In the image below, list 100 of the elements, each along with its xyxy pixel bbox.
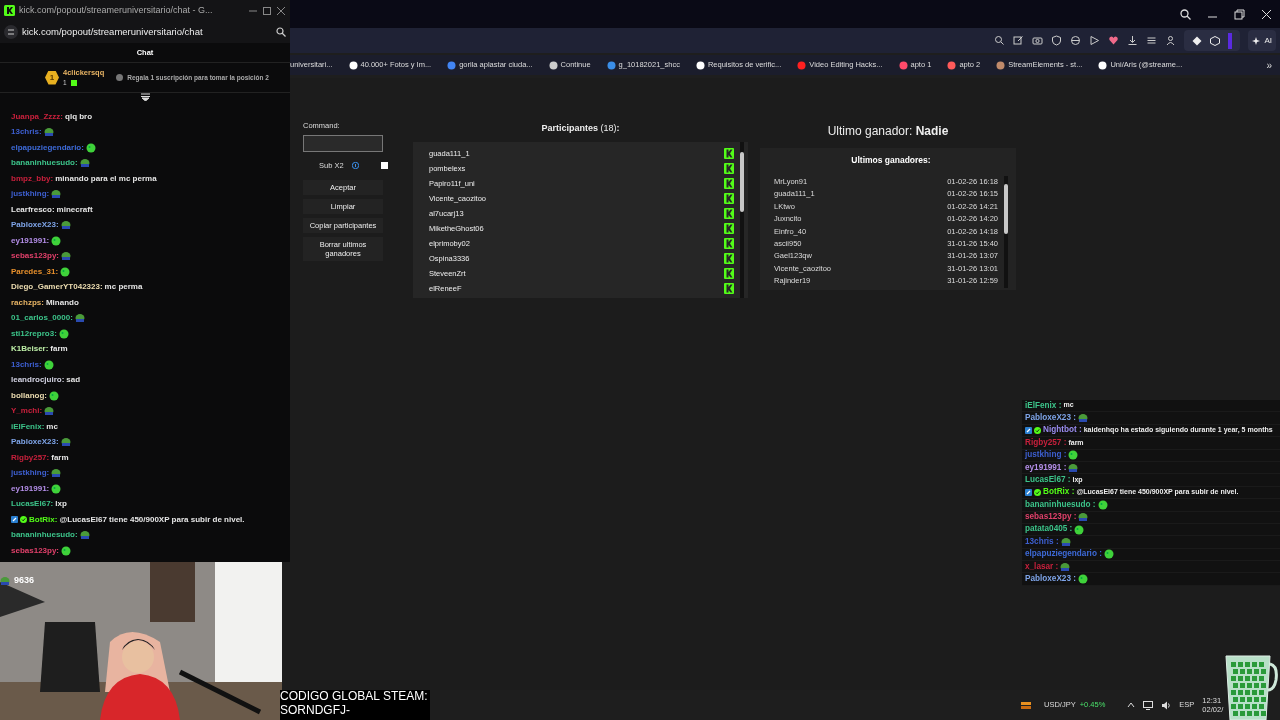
site-settings-icon[interactable] xyxy=(4,25,18,39)
chat-username[interactable]: sebas123py: xyxy=(11,544,60,557)
edit-icon[interactable] xyxy=(1013,35,1025,46)
chat-username[interactable]: rachzps: xyxy=(11,296,44,309)
chat-username[interactable]: bananinhuesudo : xyxy=(1025,498,1096,511)
chat-username[interactable]: iElFenix : xyxy=(1025,399,1062,412)
kick-logo-icon xyxy=(724,178,734,189)
chat-username[interactable]: PabloxeX23 : xyxy=(1025,411,1076,425)
profile-icon[interactable] xyxy=(1165,35,1177,46)
extension-indicator xyxy=(1228,32,1233,49)
emote-icon xyxy=(43,359,54,370)
chat-username[interactable]: ey191991: xyxy=(11,482,50,495)
chat-username[interactable]: BotRix : xyxy=(1043,486,1075,499)
chat-username[interactable]: Y_mchi: xyxy=(11,405,43,418)
kick-logo-icon xyxy=(724,223,734,234)
shield-icon[interactable] xyxy=(1051,35,1063,46)
emote-icon xyxy=(1068,450,1079,461)
more-bookmarks-button[interactable]: » xyxy=(1266,57,1272,73)
zoom-icon[interactable] xyxy=(276,27,286,37)
window-title: kick.com/popout/streameruniversitario/chat - G... xyxy=(19,3,214,17)
chat-username[interactable]: bananinhuesudo: xyxy=(11,529,78,542)
emote-icon xyxy=(60,266,71,277)
chat-username[interactable]: 13chris: xyxy=(11,358,42,371)
chat-message: farm xyxy=(51,451,69,464)
chat-username[interactable]: iElFenix: xyxy=(11,420,45,433)
chat-username[interactable]: ey191991: xyxy=(11,234,50,247)
chevron-up-icon[interactable] xyxy=(1127,701,1136,709)
scrollbar[interactable] xyxy=(740,142,744,298)
globe-icon[interactable] xyxy=(1070,35,1082,46)
emote-icon xyxy=(1078,512,1089,523)
download-icon[interactable] xyxy=(1127,35,1139,46)
emote-icon xyxy=(1068,462,1079,473)
chat-username[interactable]: Juanpa_Zzzz: xyxy=(11,110,63,123)
scroll-down-icon[interactable] xyxy=(140,93,150,101)
chat-username[interactable]: K1Beiser: xyxy=(11,343,49,356)
chat-username[interactable]: Learfresco: xyxy=(11,203,55,216)
chat-message: Minando xyxy=(45,296,79,309)
ai-button[interactable]: AI xyxy=(1248,30,1276,51)
chat-username[interactable]: patata0405 : xyxy=(1025,523,1073,536)
chat-username[interactable]: bananinhuesudo: xyxy=(11,157,78,170)
chat-username[interactable]: Nightbot : xyxy=(1043,424,1082,437)
heart-icon[interactable] xyxy=(1108,35,1120,46)
emote-icon xyxy=(49,390,59,401)
chat-username[interactable]: elpapuziegendario: xyxy=(11,141,84,154)
verified-icon xyxy=(1034,488,1041,496)
site-icon xyxy=(797,60,807,70)
maximize-icon[interactable] xyxy=(262,5,272,16)
chat-username[interactable]: Paredes_31: xyxy=(11,265,59,278)
chat-username[interactable]: 13chris: xyxy=(11,126,42,139)
chat-username[interactable]: justkhing: xyxy=(11,188,50,201)
site-icon xyxy=(348,60,358,70)
chat-username[interactable]: x_lasar : xyxy=(1025,560,1059,573)
restore-icon[interactable] xyxy=(1234,8,1245,20)
site-icon xyxy=(548,60,558,70)
play-icon[interactable] xyxy=(1089,35,1101,46)
info-icon xyxy=(351,162,359,170)
chat-username[interactable]: elpapuziegendario : xyxy=(1025,548,1102,561)
chat-message: mc perma xyxy=(104,281,143,294)
search-icon[interactable] xyxy=(1180,8,1191,20)
info-icon xyxy=(116,74,124,81)
emote-icon xyxy=(1077,413,1088,424)
chat-username[interactable]: LucasEl67: xyxy=(11,498,54,511)
chat-username[interactable]: Rigby257: xyxy=(11,451,50,464)
checkbox[interactable] xyxy=(381,162,388,170)
banner-text: SORNDGFJ- xyxy=(280,703,351,718)
chat-username[interactable]: justkhing: xyxy=(11,467,50,480)
command-input[interactable] xyxy=(303,135,383,153)
diamond-icon[interactable] xyxy=(1192,35,1203,46)
chat-username[interactable]: sebas123py : xyxy=(1025,511,1077,524)
site-icon xyxy=(695,60,705,70)
emote-icon xyxy=(1077,574,1088,585)
chat-message: @LucasEl67 tiene 450/900XP para subir de nivel. xyxy=(59,513,245,526)
chat-fragment: 9636 xyxy=(14,574,35,587)
chat-username[interactable]: PabloxeX23: xyxy=(11,219,59,232)
chat-username[interactable]: BotRix: xyxy=(29,513,58,526)
search-icon[interactable] xyxy=(994,35,1006,46)
chat-username[interactable]: ey191991 : xyxy=(1025,461,1067,474)
chat-username[interactable]: justkhing : xyxy=(1025,449,1067,462)
chat-username[interactable]: LucasEl67 : xyxy=(1025,473,1071,487)
verified-icon xyxy=(20,516,27,524)
chat-username[interactable]: bmpz_bby: xyxy=(11,172,54,185)
chat-username[interactable]: bollanog: xyxy=(11,389,47,402)
list-icon[interactable] xyxy=(1146,35,1158,46)
chat-username[interactable]: 01_carlos_0000: xyxy=(11,312,73,325)
chat-username[interactable]: Diego_GamerYT042323: xyxy=(11,281,103,294)
site-icon xyxy=(447,60,457,70)
chat-username[interactable]: sti12repro3: xyxy=(11,327,57,340)
chat-username[interactable]: PabloxeX23: xyxy=(11,436,59,449)
bot-badge-icon xyxy=(1025,488,1032,496)
scrollbar[interactable] xyxy=(1004,176,1008,288)
emote-icon xyxy=(58,328,69,339)
chat-message: sad xyxy=(66,374,81,387)
chat-username[interactable]: PabloxeX23 : xyxy=(1025,573,1076,586)
kick-logo-icon xyxy=(724,208,734,219)
volume-icon[interactable] xyxy=(1161,700,1172,710)
chat-username[interactable]: leandrocjuiro: xyxy=(11,374,65,387)
chat-username[interactable]: Rigby257 : xyxy=(1025,436,1067,449)
chat-username[interactable]: sebas123py: xyxy=(11,250,60,263)
gift-icon xyxy=(70,80,77,87)
camera-icon[interactable] xyxy=(1032,35,1044,46)
